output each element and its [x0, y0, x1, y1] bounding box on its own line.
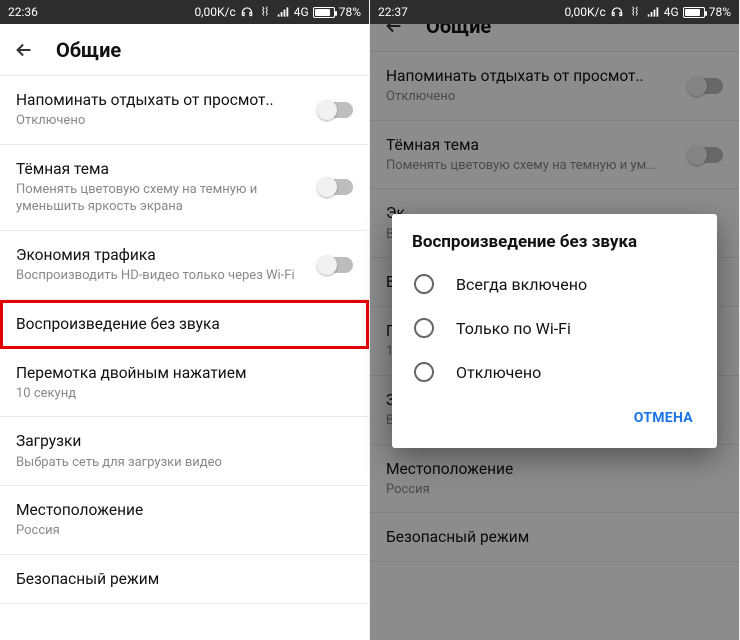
item-title: Перемотка двойным нажатием	[16, 363, 343, 383]
status-bar: 22:37 0,00K/с 4G 78%	[370, 0, 739, 24]
status-time: 22:36	[8, 5, 38, 19]
vibrate-icon	[628, 5, 642, 19]
vibrate-icon	[258, 5, 272, 19]
settings-list: Напоминать отдыхать от просмот.. Отключе…	[0, 76, 369, 604]
status-battery: 78%	[709, 5, 731, 19]
item-title: Напоминать отдыхать от просмот..	[386, 66, 679, 86]
item-safe-mode: Безопасный режим	[370, 513, 739, 562]
switch-toggle	[689, 78, 723, 94]
radio-option-off[interactable]: Отключено	[392, 350, 717, 394]
item-title: Воспроизведение без звука	[16, 314, 343, 334]
battery-icon	[683, 7, 705, 18]
header: Общие	[0, 24, 369, 76]
radio-option-always-on[interactable]: Всегда включено	[392, 262, 717, 306]
radio-label: Всегда включено	[456, 275, 587, 294]
radio-icon	[414, 318, 434, 338]
cancel-button[interactable]: ОТМЕНА	[626, 402, 701, 434]
status-nettype: 4G	[294, 5, 309, 19]
item-safe-mode[interactable]: Безопасный режим	[0, 555, 369, 604]
item-title: Загрузки	[16, 431, 343, 451]
item-sub: Выбрать сеть для загрузки видео	[16, 454, 343, 472]
item-dark-theme: Тёмная тема Поменять цветовую схему на т…	[370, 121, 739, 190]
item-title: Безопасный режим	[386, 527, 713, 547]
switch-toggle	[689, 147, 723, 163]
signal-icon	[276, 5, 290, 19]
radio-option-wifi-only[interactable]: Только по Wi-Fi	[392, 306, 717, 350]
page-title: Общие	[56, 38, 121, 62]
status-time: 22:37	[378, 5, 408, 19]
muted-playback-dialog: Воспроизведение без звука Всегда включен…	[392, 214, 717, 448]
item-title: Тёмная тема	[386, 135, 679, 155]
radio-icon	[414, 274, 434, 294]
item-location: Местоположение Россия	[370, 445, 739, 514]
back-arrow-icon[interactable]	[12, 38, 36, 62]
status-net: 0,00K/с	[194, 5, 235, 19]
phone-left: 22:36 0,00K/с 4G 78% Общие	[0, 0, 370, 640]
item-title: Тёмная тема	[16, 159, 309, 179]
headphones-icon	[240, 5, 254, 19]
item-sub: 10 секунд	[16, 385, 343, 403]
radio-icon	[414, 362, 434, 382]
switch-toggle[interactable]	[319, 257, 353, 273]
switch-toggle[interactable]	[319, 179, 353, 195]
status-nettype: 4G	[664, 5, 679, 19]
radio-label: Отключено	[456, 363, 541, 382]
status-net: 0,00K/с	[564, 5, 605, 19]
radio-label: Только по Wi-Fi	[456, 319, 571, 338]
item-double-tap-seek[interactable]: Перемотка двойным нажатием 10 секунд	[0, 349, 369, 418]
item-sub: Отключено	[386, 88, 679, 106]
item-sub: Воспроизводить HD-видео только через Wi-…	[16, 267, 309, 285]
item-location[interactable]: Местоположение Россия	[0, 486, 369, 555]
item-downloads[interactable]: Загрузки Выбрать сеть для загрузки видео	[0, 417, 369, 486]
item-title: Местоположение	[16, 500, 343, 520]
item-dark-theme[interactable]: Тёмная тема Поменять цветовую схему на т…	[0, 145, 369, 231]
item-title: Напоминать отдыхать от просмот..	[16, 90, 309, 110]
item-sub: Россия	[16, 522, 343, 540]
item-sub: Отключено	[16, 112, 309, 130]
item-sub: Поменять цветовую схему на темную и ум..…	[386, 157, 679, 175]
item-reminder[interactable]: Напоминать отдыхать от просмот.. Отключе…	[0, 76, 369, 145]
status-bar: 22:36 0,00K/с 4G 78%	[0, 0, 369, 24]
item-sub: Россия	[386, 481, 713, 499]
item-muted-playback[interactable]: Воспроизведение без звука	[0, 300, 369, 349]
item-reminder: Напоминать отдыхать от просмот.. Отключе…	[370, 52, 739, 121]
item-title: Местоположение	[386, 459, 713, 479]
signal-icon	[646, 5, 660, 19]
phone-right: 22:37 0,00K/с 4G 78% Общие	[370, 0, 740, 640]
battery-icon	[313, 7, 335, 18]
item-title: Экономия трафика	[16, 245, 309, 265]
item-data-saver[interactable]: Экономия трафика Воспроизводить HD-видео…	[0, 231, 369, 300]
switch-toggle[interactable]	[319, 102, 353, 118]
dialog-title: Воспроизведение без звука	[392, 214, 717, 262]
item-title: Безопасный режим	[16, 569, 343, 589]
item-sub: Поменять цветовую схему на темную и умен…	[16, 181, 309, 216]
headphones-icon	[610, 5, 624, 19]
status-battery: 78%	[339, 5, 361, 19]
